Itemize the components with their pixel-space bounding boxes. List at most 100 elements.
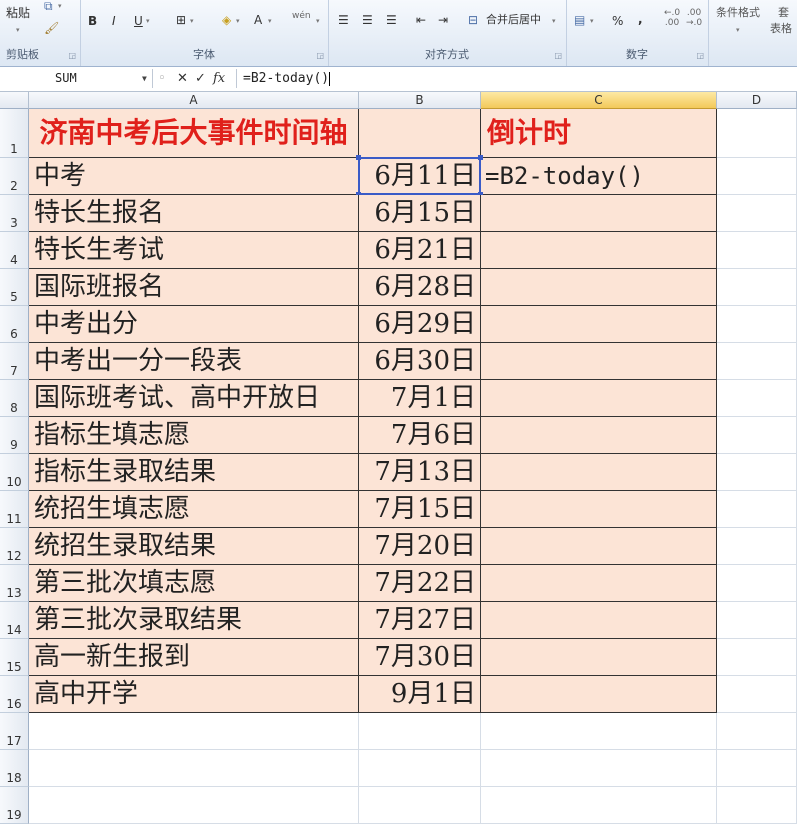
phonetic-icon[interactable]: wén: [292, 8, 311, 24]
event-date-cell[interactable]: 7月30日: [359, 639, 481, 676]
name-box[interactable]: SUM ▼: [0, 69, 153, 88]
formula-bar-handle-icon[interactable]: ◦: [158, 70, 166, 88]
row-header-9[interactable]: 9: [0, 417, 29, 454]
comma-button[interactable]: ,: [638, 10, 643, 28]
column-header-b[interactable]: B: [359, 92, 481, 109]
conditional-format-button[interactable]: 条件格式: [716, 4, 760, 22]
row-header-16[interactable]: 16: [0, 676, 29, 713]
empty-cell[interactable]: [359, 750, 481, 787]
empty-cell[interactable]: [717, 269, 797, 306]
empty-cell[interactable]: [717, 306, 797, 343]
merge-center-button[interactable]: 合并后居中: [486, 11, 541, 29]
selection-handle[interactable]: [356, 155, 361, 160]
empty-cell[interactable]: [29, 713, 359, 750]
event-date-cell[interactable]: 7月13日: [359, 454, 481, 491]
conditional-format-dropdown-icon[interactable]: ▾: [736, 22, 740, 38]
border-icon[interactable]: ⊞: [176, 12, 186, 28]
countdown-cell[interactable]: [481, 639, 717, 676]
fill-dropdown-icon[interactable]: ▾: [236, 13, 240, 29]
row-header-1[interactable]: 1: [0, 109, 29, 158]
countdown-cell[interactable]: [481, 491, 717, 528]
worksheet-grid[interactable]: A B C D 1 济南中考后大事件时间轴 倒计时 2 中考 6月11日 =B2-today…: [0, 92, 797, 826]
event-date-cell[interactable]: 7月20日: [359, 528, 481, 565]
row-header-4[interactable]: 4: [0, 232, 29, 269]
empty-cell[interactable]: [717, 602, 797, 639]
event-date-cell[interactable]: 6月30日: [359, 343, 481, 380]
empty-cell[interactable]: [717, 750, 797, 787]
row-header-13[interactable]: 13: [0, 565, 29, 602]
empty-cell[interactable]: [29, 750, 359, 787]
align-right-icon[interactable]: ☰: [386, 12, 397, 28]
empty-cell[interactable]: [717, 565, 797, 602]
cell-b1[interactable]: [359, 109, 481, 158]
event-name-cell[interactable]: 统招生录取结果: [29, 528, 359, 565]
empty-cell[interactable]: [717, 417, 797, 454]
event-name-cell[interactable]: 中考: [29, 158, 359, 195]
row-header-15[interactable]: 15: [0, 639, 29, 676]
accounting-dropdown-icon[interactable]: ▾: [590, 13, 594, 29]
countdown-cell[interactable]: [481, 343, 717, 380]
empty-cell[interactable]: [29, 787, 359, 824]
event-date-cell[interactable]: 6月21日: [359, 232, 481, 269]
empty-cell[interactable]: [717, 639, 797, 676]
select-all-corner[interactable]: [0, 92, 29, 109]
row-header-3[interactable]: 3: [0, 195, 29, 232]
empty-cell[interactable]: [717, 787, 797, 824]
font-color-dropdown-icon[interactable]: ▾: [268, 13, 272, 29]
countdown-cell[interactable]: [481, 269, 717, 306]
decrease-indent-icon[interactable]: ⇤: [416, 12, 426, 28]
empty-cell[interactable]: [717, 454, 797, 491]
countdown-cell[interactable]: [481, 602, 717, 639]
event-date-cell[interactable]: 6月28日: [359, 269, 481, 306]
bold-button[interactable]: B: [88, 12, 97, 30]
row-header-7[interactable]: 7: [0, 343, 29, 380]
empty-cell[interactable]: [717, 380, 797, 417]
countdown-header-cell[interactable]: 倒计时: [481, 109, 717, 158]
border-dropdown-icon[interactable]: ▾: [190, 13, 194, 29]
countdown-cell[interactable]: [481, 306, 717, 343]
row-header-19[interactable]: 19: [0, 787, 29, 824]
phonetic-dropdown-icon[interactable]: ▾: [316, 13, 320, 29]
empty-cell[interactable]: [717, 491, 797, 528]
decrease-decimal-icon[interactable]: .00 →.0: [686, 8, 702, 28]
row-header-11[interactable]: 11: [0, 491, 29, 528]
countdown-cell[interactable]: [481, 195, 717, 232]
empty-cell[interactable]: [717, 232, 797, 269]
event-date-cell[interactable]: 7月22日: [359, 565, 481, 602]
countdown-cell-editing[interactable]: =B2-today(): [481, 158, 717, 195]
event-name-cell[interactable]: 特长生报名: [29, 195, 359, 232]
copy-icon[interactable]: ⧉: [44, 0, 53, 14]
empty-cell[interactable]: [717, 195, 797, 232]
event-name-cell[interactable]: 统招生填志愿: [29, 491, 359, 528]
event-date-cell[interactable]: 7月15日: [359, 491, 481, 528]
empty-cell[interactable]: [359, 787, 481, 824]
increase-decimal-icon[interactable]: ←.0.00: [664, 8, 680, 28]
align-left-icon[interactable]: ☰: [338, 12, 349, 28]
enter-icon[interactable]: ✓: [195, 70, 206, 88]
underline-button[interactable]: U: [134, 12, 143, 30]
row-header-12[interactable]: 12: [0, 528, 29, 565]
copy-dropdown-icon[interactable]: ▾: [58, 0, 62, 14]
fill-color-icon[interactable]: ◈: [222, 12, 231, 28]
clipboard-launcher-icon[interactable]: ◲: [68, 51, 76, 60]
empty-cell[interactable]: [481, 787, 717, 824]
event-name-cell[interactable]: 高一新生报到: [29, 639, 359, 676]
row-header-8[interactable]: 8: [0, 380, 29, 417]
event-name-cell[interactable]: 国际班报名: [29, 269, 359, 306]
underline-dropdown-icon[interactable]: ▾: [146, 13, 150, 29]
countdown-cell[interactable]: [481, 454, 717, 491]
percent-button[interactable]: %: [612, 12, 623, 30]
column-header-a[interactable]: A: [29, 92, 359, 109]
row-header-17[interactable]: 17: [0, 713, 29, 750]
increase-indent-icon[interactable]: ⇥: [438, 12, 448, 28]
countdown-cell[interactable]: [481, 417, 717, 454]
empty-cell[interactable]: [717, 713, 797, 750]
event-date-cell[interactable]: 9月1日: [359, 676, 481, 713]
event-date-cell[interactable]: 6月29日: [359, 306, 481, 343]
merge-dropdown-icon[interactable]: ▾: [552, 13, 556, 29]
event-date-cell[interactable]: 7月27日: [359, 602, 481, 639]
countdown-cell[interactable]: [481, 232, 717, 269]
event-date-cell[interactable]: 6月15日: [359, 195, 481, 232]
accounting-format-icon[interactable]: ▤: [574, 12, 585, 28]
event-name-cell[interactable]: 中考出一分一段表: [29, 343, 359, 380]
